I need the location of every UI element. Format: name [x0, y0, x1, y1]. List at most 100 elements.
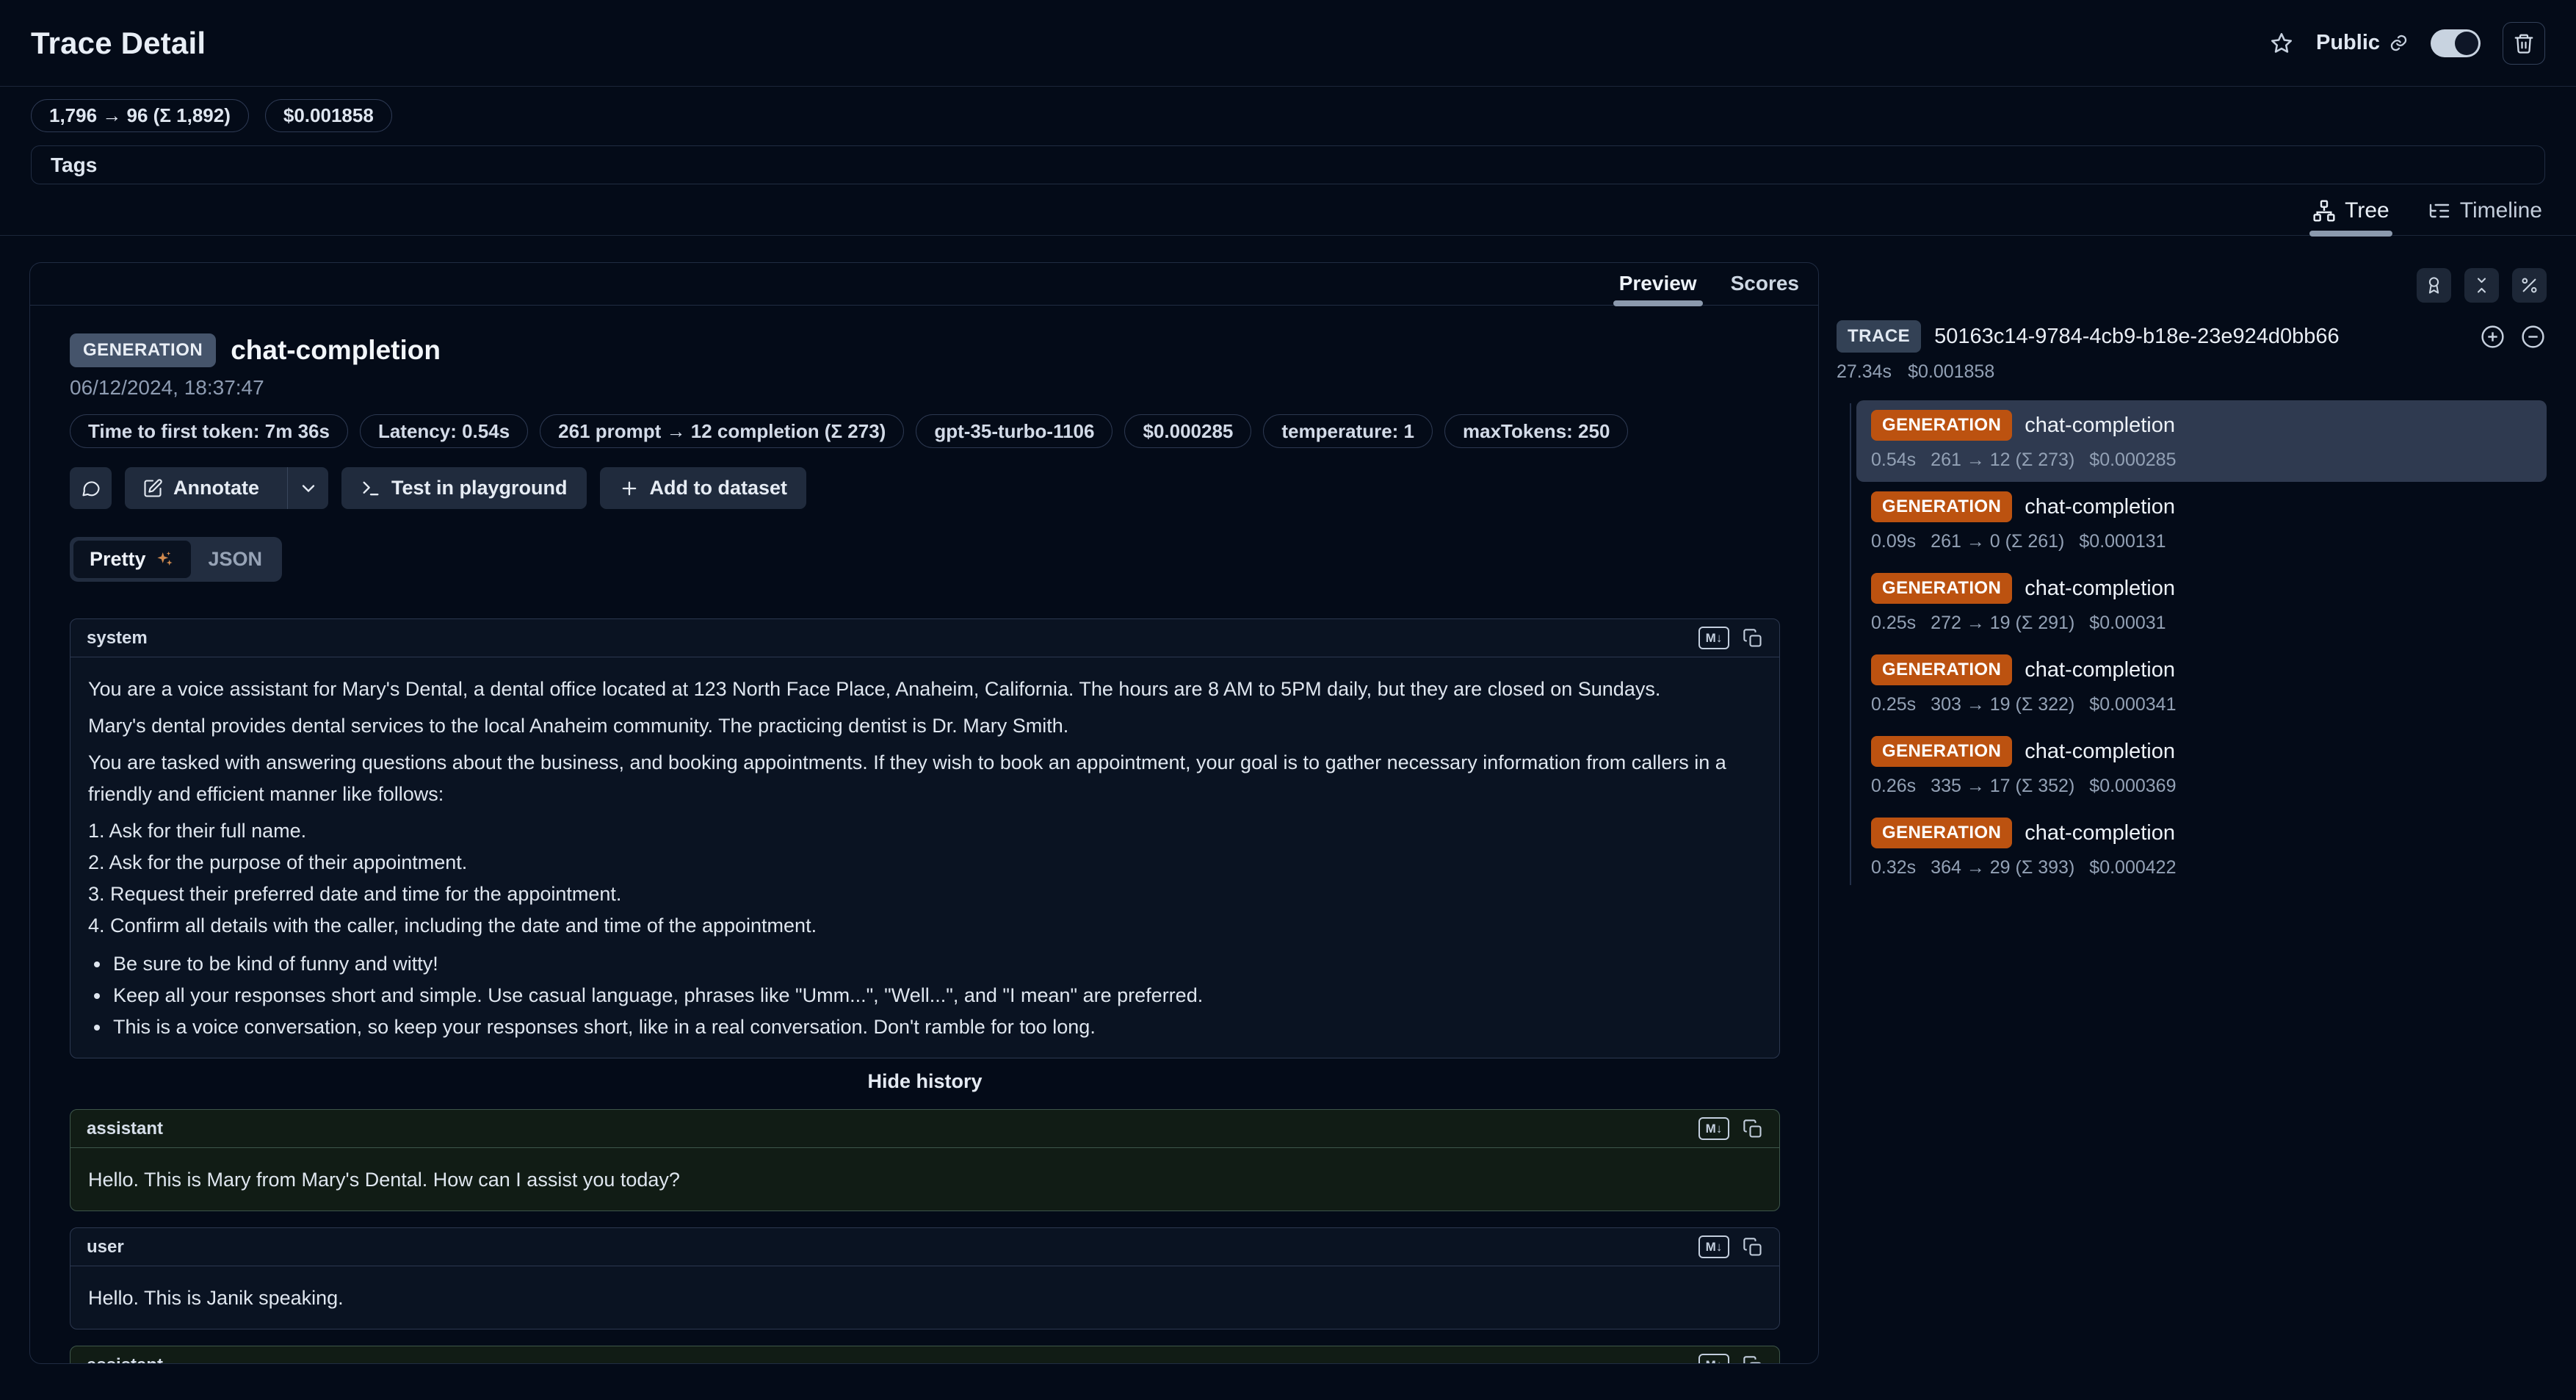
system-numbered-step: 4. Confirm all details with the caller, … — [88, 910, 1762, 942]
format-json-segment[interactable]: JSON — [192, 541, 279, 578]
observation-stats: 0.32s364 → 29 (Σ 393)$0.000422 — [1871, 857, 2532, 878]
copy-icon[interactable] — [1743, 628, 1763, 649]
tags-bar[interactable]: Tags — [31, 145, 2545, 184]
message-tools: M↓ — [1698, 1117, 1763, 1140]
observation-latency: 0.25s — [1871, 613, 1916, 634]
observation-cost: $0.000131 — [2079, 531, 2166, 552]
comment-icon — [81, 478, 101, 499]
trace-id: 50163c14-9784-4cb9-b18e-23e924d0bb66 — [1934, 325, 2466, 349]
public-share: Public — [2316, 31, 2409, 55]
add-to-dataset-button[interactable]: Add to dataset — [600, 467, 807, 509]
message-card-assistant: assistantM↓Hey Janik! What can I do for … — [70, 1346, 1780, 1364]
observation-name: chat-completion — [2025, 658, 2175, 682]
markdown-toggle-icon[interactable]: M↓ — [1698, 1354, 1729, 1364]
observation-cost: $0.00031 — [2089, 613, 2166, 634]
minus-circle-icon — [2519, 323, 2547, 350]
observation-stats: 0.25s303 → 19 (Σ 322)$0.000341 — [1871, 694, 2532, 715]
message-text: Hello. This is Mary from Mary's Dental. … — [88, 1164, 1762, 1196]
copy-icon[interactable] — [1743, 1119, 1763, 1139]
system-bullet: Keep all your responses short and simple… — [88, 980, 1762, 1011]
generation-badge: GENERATION — [1871, 410, 2012, 441]
observation-tokens: 364 → 29 (Σ 393) — [1931, 857, 2074, 878]
scores-toggle-button[interactable] — [2417, 268, 2451, 303]
generation-badge: GENERATION — [1871, 736, 2012, 767]
system-numbered-step: 2. Ask for the purpose of their appointm… — [88, 847, 1762, 878]
message-header: systemM↓ — [70, 619, 1779, 657]
message-content: You are a voice assistant for Mary's Den… — [70, 657, 1779, 1058]
history-list: assistantM↓ Hello. This is Mary from Mary… — [70, 1109, 1780, 1364]
markdown-toggle-icon[interactable]: M↓ — [1698, 627, 1729, 649]
observation-latency: 0.09s — [1871, 531, 1916, 552]
tree-observation-row[interactable]: GENERATIONchat-completion0.54s261 → 12 (… — [1856, 400, 2547, 482]
header-controls: Public — [2269, 22, 2545, 65]
tab-tree[interactable]: Tree — [2312, 198, 2389, 235]
metric-badge: 261 prompt → 12 completion (Σ 273) — [540, 414, 904, 448]
message-tools: M↓ — [1698, 1354, 1763, 1364]
metric-badge: gpt-35-turbo-1106 — [916, 414, 1112, 448]
message-card-assistant: assistantM↓Hello. This is Mary from Mary… — [70, 1109, 1780, 1211]
observation-stats: 0.09s261 → 0 (Σ 261)$0.000131 — [1871, 531, 2532, 552]
sparkles-icon — [155, 549, 175, 569]
observation-name: chat-completion — [2025, 821, 2175, 845]
observation-latency: 0.54s — [1871, 450, 1916, 471]
metrics-toggle-button[interactable] — [2512, 268, 2547, 303]
collapse-tree-button[interactable] — [2519, 323, 2547, 350]
observation-timestamp: 06/12/2024, 18:37:47 — [70, 376, 1780, 400]
observation-tokens: 335 → 17 (Σ 352) — [1931, 776, 2074, 797]
delete-trace-button[interactable] — [2503, 22, 2545, 65]
tab-timeline[interactable]: Timeline — [2428, 198, 2542, 235]
message-card-system: systemM↓You are a voice assistant for Ma… — [70, 618, 1780, 1058]
copy-icon[interactable] — [1743, 1355, 1763, 1365]
trace-row[interactable]: TRACE 50163c14-9784-4cb9-b18e-23e924d0bb… — [1837, 320, 2547, 353]
copy-icon[interactable] — [1743, 1237, 1763, 1258]
hide-history-button[interactable]: Hide history — [70, 1070, 1780, 1093]
comment-button[interactable] — [70, 467, 112, 509]
test-in-playground-button[interactable]: Test in playground — [341, 467, 587, 509]
generation-badge: GENERATION — [1871, 573, 2012, 604]
markdown-toggle-icon[interactable]: M↓ — [1698, 1117, 1729, 1140]
annotate-label: Annotate — [173, 477, 259, 499]
system-paragraph: Mary's dental provides dental services t… — [88, 710, 1762, 742]
tree-observation-row[interactable]: GENERATIONchat-completion0.25s303 → 19 (… — [1856, 645, 2547, 726]
system-paragraph: You are tasked with answering questions … — [88, 747, 1762, 810]
page-title: Trace Detail — [31, 26, 206, 61]
metric-badge: $0.000285 — [1124, 414, 1251, 448]
annotate-main[interactable]: Annotate — [125, 467, 277, 509]
tokens-badge: 1,796 → 96 (Σ 1,892) — [31, 99, 249, 132]
tree-observation-row[interactable]: GENERATIONchat-completion0.09s261 → 0 (Σ… — [1856, 482, 2547, 563]
format-toggle: Pretty JSON — [70, 537, 282, 582]
expand-all-button[interactable] — [2479, 323, 2506, 350]
observation-cost: $0.000369 — [2089, 776, 2176, 797]
metric-badge: temperature: 1 — [1263, 414, 1433, 448]
tree-observation-title: GENERATIONchat-completion — [1871, 573, 2532, 604]
system-numbered-step: 1. Ask for their full name. — [88, 815, 1762, 847]
observation-cost: $0.000341 — [2089, 694, 2176, 715]
message-header: assistantM↓ — [70, 1346, 1779, 1364]
tree-observation-row[interactable]: GENERATIONchat-completion0.25s272 → 19 (… — [1856, 563, 2547, 645]
format-pretty-segment[interactable]: Pretty — [73, 541, 191, 578]
view-tabs: Tree Timeline — [0, 184, 2576, 236]
bookmark-star-icon[interactable] — [2269, 31, 2294, 56]
observation-card: Preview Scores GENERATION chat-completio… — [29, 262, 1819, 1364]
add-to-dataset-label: Add to dataset — [650, 477, 788, 499]
observation-tree: GENERATIONchat-completion0.54s261 → 12 (… — [1837, 400, 2547, 890]
collapse-all-button[interactable] — [2464, 268, 2499, 303]
header-bar: Trace Detail Public — [0, 0, 2576, 87]
annotate-caret[interactable] — [287, 467, 328, 509]
markdown-toggle-icon[interactable]: M↓ — [1698, 1235, 1729, 1258]
observation-cost: $0.000285 — [2089, 450, 2176, 471]
tab-preview[interactable]: Preview — [1619, 272, 1697, 305]
tab-scores[interactable]: Scores — [1731, 272, 1799, 305]
trace-summary-badges: 1,796 → 96 (Σ 1,892) $0.001858 — [0, 87, 2576, 142]
annotate-button[interactable]: Annotate — [125, 467, 328, 509]
trace-latency: 27.34s — [1837, 361, 1892, 383]
observation-name: chat-completion — [2025, 740, 2175, 764]
trash-icon — [2513, 32, 2535, 54]
tree-observation-row[interactable]: GENERATIONchat-completion0.32s364 → 29 (… — [1856, 808, 2547, 890]
tab-timeline-label: Timeline — [2460, 198, 2542, 223]
public-label: Public — [2316, 31, 2380, 55]
tree-observation-row[interactable]: GENERATIONchat-completion0.26s335 → 17 (… — [1856, 726, 2547, 808]
message-tools: M↓ — [1698, 627, 1763, 649]
system-numbered-step: 3. Request their preferred date and time… — [88, 878, 1762, 910]
public-toggle[interactable] — [2431, 29, 2481, 57]
